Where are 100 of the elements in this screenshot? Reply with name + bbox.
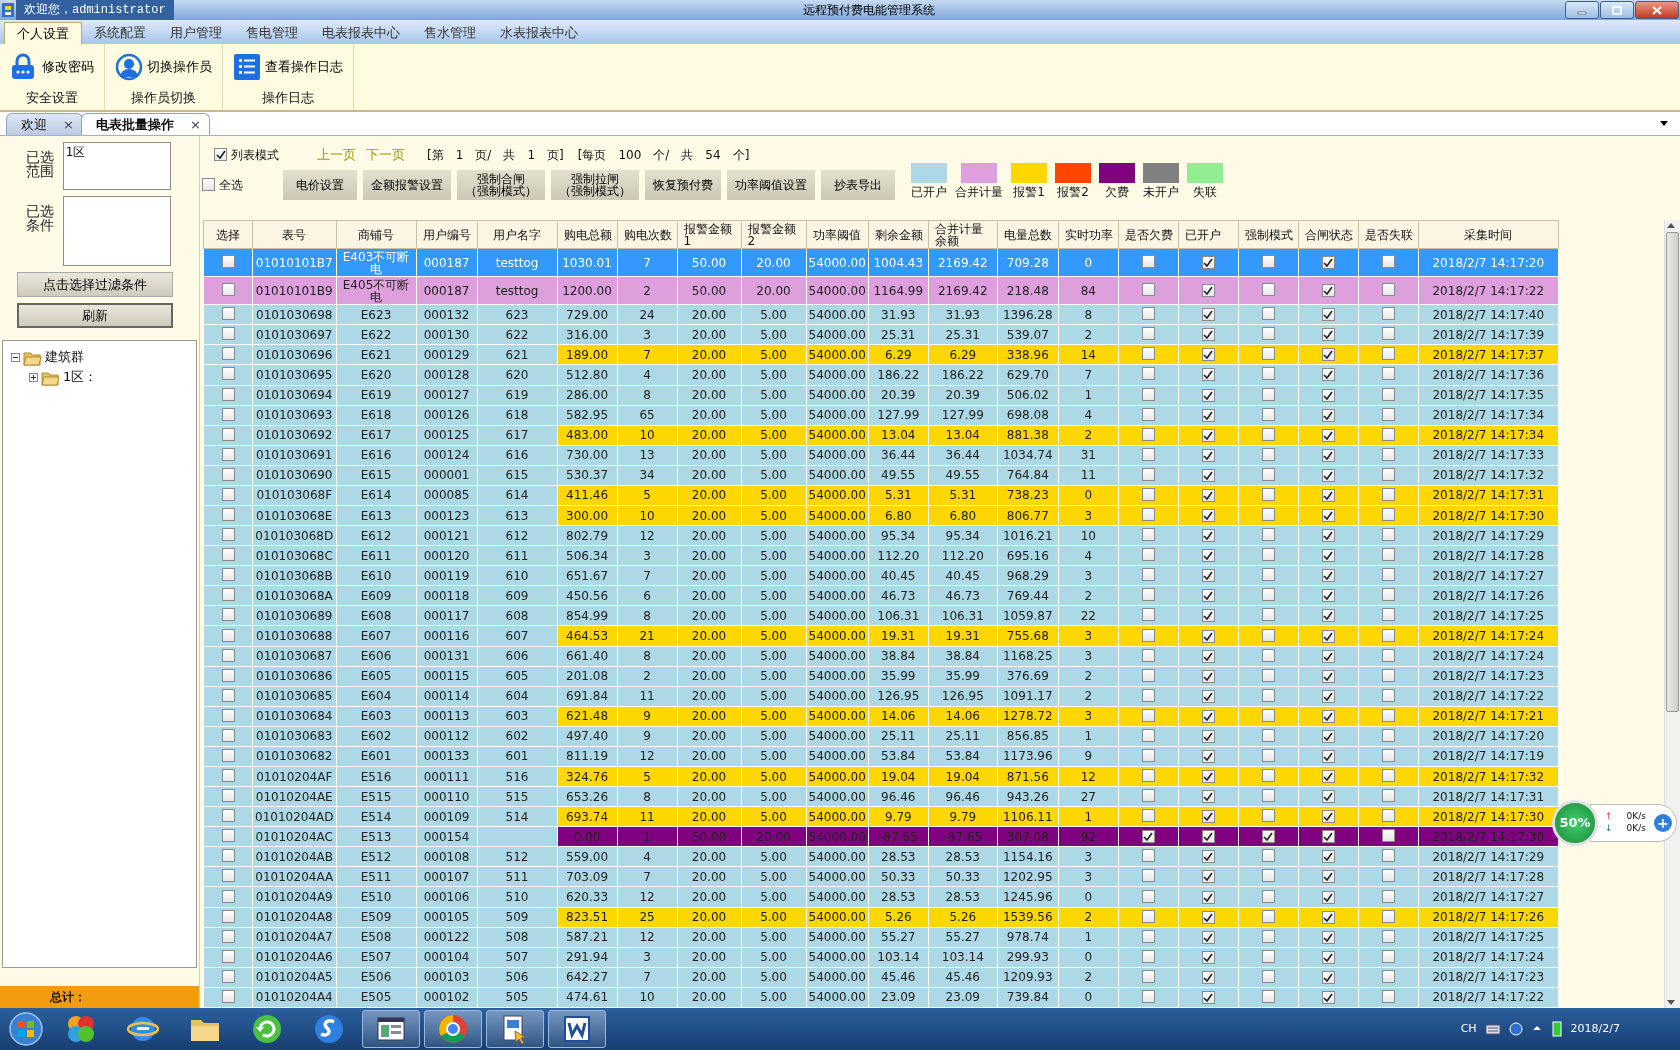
menu-tab[interactable]: 个人设置: [4, 22, 82, 44]
checkbox[interactable]: [1201, 870, 1215, 884]
checkbox[interactable]: [221, 588, 235, 602]
checkbox[interactable]: [1321, 488, 1335, 502]
checkbox[interactable]: [1261, 548, 1275, 562]
checkbox[interactable]: [221, 989, 235, 1003]
checkbox[interactable]: [221, 327, 235, 341]
checkbox[interactable]: [1201, 408, 1215, 422]
checkbox[interactable]: [1261, 648, 1275, 662]
checkbox[interactable]: [1261, 283, 1275, 297]
filter-button[interactable]: 点击选择过滤条件: [17, 272, 173, 297]
checkbox[interactable]: [1141, 668, 1155, 682]
checkbox[interactable]: [1321, 770, 1335, 784]
checkbox[interactable]: [1321, 448, 1335, 462]
checkbox[interactable]: [1261, 929, 1275, 943]
checkbox[interactable]: [1141, 548, 1155, 562]
checkbox[interactable]: [1381, 869, 1395, 883]
checkbox[interactable]: [1201, 970, 1215, 984]
checkbox[interactable]: [221, 809, 235, 823]
checkbox[interactable]: [1381, 588, 1395, 602]
checkbox[interactable]: [221, 949, 235, 963]
checkbox[interactable]: [1321, 549, 1335, 563]
checkbox[interactable]: [1201, 488, 1215, 502]
checkbox[interactable]: [202, 178, 215, 192]
ribbon-button[interactable]: 修改密码: [8, 48, 96, 86]
checkbox[interactable]: [1261, 588, 1275, 602]
close-button[interactable]: [1635, 1, 1679, 19]
checkbox[interactable]: [1141, 989, 1155, 1003]
checkbox[interactable]: [1321, 649, 1335, 663]
checkbox[interactable]: [221, 769, 235, 783]
dropdown-icon[interactable]: [1660, 121, 1668, 126]
checkbox[interactable]: [1201, 348, 1215, 362]
checkbox[interactable]: [1141, 427, 1155, 441]
checkbox[interactable]: [1141, 889, 1155, 903]
range-field[interactable]: 1区: [62, 142, 171, 190]
checkbox[interactable]: [1201, 284, 1215, 298]
toolbar-button[interactable]: 金额报警设置: [363, 170, 451, 200]
checkbox[interactable]: [1321, 830, 1335, 844]
checkbox[interactable]: [1381, 327, 1395, 341]
taskbar-button[interactable]: [424, 1010, 482, 1048]
checkbox[interactable]: [221, 929, 235, 943]
checkbox[interactable]: [1381, 407, 1395, 421]
scrollbar-thumb[interactable]: [1666, 232, 1679, 712]
tray-date[interactable]: 2018/2/7: [1570, 1022, 1620, 1036]
checkbox[interactable]: [221, 789, 235, 803]
checkbox[interactable]: [1321, 256, 1335, 270]
checkbox[interactable]: [1381, 447, 1395, 461]
checkbox[interactable]: [1201, 629, 1215, 643]
maximize-button[interactable]: [1600, 1, 1634, 19]
checkbox[interactable]: [1381, 809, 1395, 823]
checkbox[interactable]: [1201, 609, 1215, 623]
checkbox[interactable]: [1261, 688, 1275, 702]
checkbox[interactable]: [1261, 668, 1275, 682]
checkbox[interactable]: [221, 568, 235, 582]
checkbox[interactable]: [221, 869, 235, 883]
checkbox[interactable]: [1381, 628, 1395, 642]
checkbox[interactable]: [1321, 930, 1335, 944]
checkbox[interactable]: [1381, 467, 1395, 481]
checkbox[interactable]: [1201, 729, 1215, 743]
checkbox[interactable]: [1261, 869, 1275, 883]
checkbox[interactable]: [1381, 769, 1395, 783]
checkbox[interactable]: [1201, 509, 1215, 523]
toolbar-button[interactable]: 抄表导出: [821, 170, 895, 200]
checkbox[interactable]: [1141, 830, 1155, 844]
checkbox[interactable]: [221, 487, 235, 501]
checkbox[interactable]: [1141, 628, 1155, 642]
checkbox[interactable]: [1261, 830, 1275, 844]
checkbox[interactable]: [1141, 748, 1155, 762]
checkbox[interactable]: [1321, 749, 1335, 763]
checkbox[interactable]: [1201, 790, 1215, 804]
checkbox[interactable]: [1321, 729, 1335, 743]
checkbox[interactable]: [1141, 327, 1155, 341]
checkbox[interactable]: [1201, 850, 1215, 864]
checkbox[interactable]: [1201, 810, 1215, 824]
ribbon-button[interactable]: 查看操作日志: [231, 48, 345, 86]
checkbox[interactable]: [214, 148, 227, 162]
checkbox[interactable]: [1381, 708, 1395, 722]
checkbox[interactable]: [1141, 528, 1155, 542]
menu-tab[interactable]: 售水管理: [412, 22, 488, 44]
tree-item[interactable]: 建筑群: [45, 349, 84, 365]
checkbox[interactable]: [1261, 769, 1275, 783]
checkbox[interactable]: [1201, 529, 1215, 543]
checkbox[interactable]: [1261, 487, 1275, 501]
checkbox[interactable]: [1141, 869, 1155, 883]
menu-tab[interactable]: 水表报表中心: [488, 22, 590, 44]
checkbox[interactable]: [1261, 989, 1275, 1003]
checkbox[interactable]: [1381, 387, 1395, 401]
checkbox[interactable]: [1201, 749, 1215, 763]
checkbox[interactable]: [1381, 849, 1395, 863]
taskbar-button[interactable]: [548, 1010, 606, 1048]
checkbox[interactable]: [1141, 283, 1155, 297]
checkbox[interactable]: [1321, 408, 1335, 422]
checkbox[interactable]: [1141, 929, 1155, 943]
checkbox[interactable]: [1381, 969, 1395, 983]
checkbox[interactable]: [1201, 910, 1215, 924]
checkbox[interactable]: [1141, 648, 1155, 662]
checkbox[interactable]: [221, 909, 235, 923]
refresh-button[interactable]: 刷新: [17, 303, 173, 328]
checkbox[interactable]: [1201, 669, 1215, 683]
checkbox[interactable]: [1381, 508, 1395, 522]
